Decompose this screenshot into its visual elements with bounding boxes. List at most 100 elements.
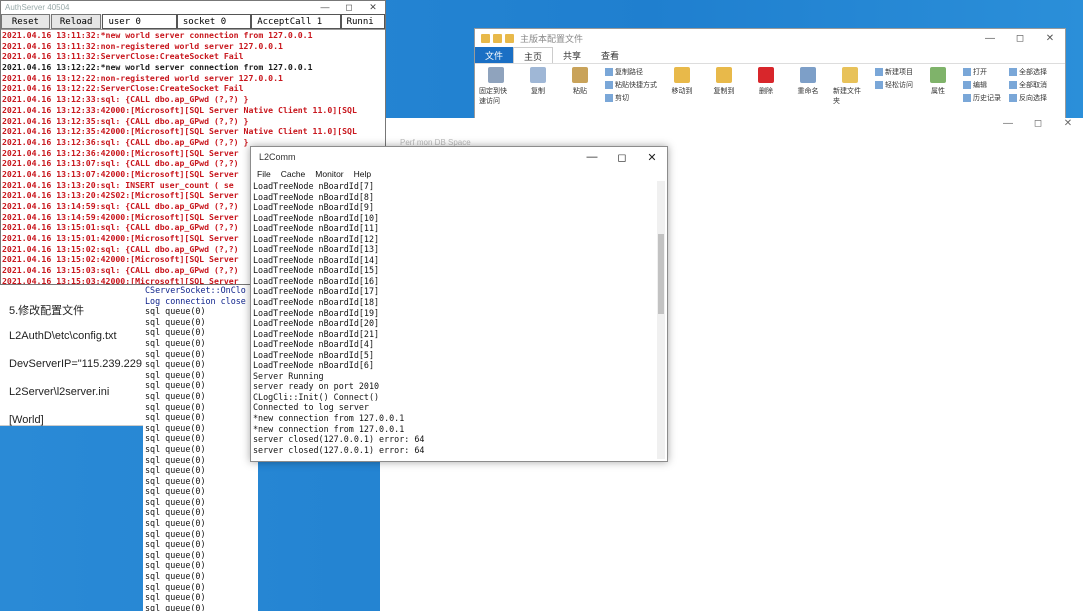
properties-button[interactable]: 属性 <box>921 67 955 106</box>
new-item-button[interactable]: 新建项目 <box>875 67 913 77</box>
clipboard-small-group: 复制路径 粘贴快捷方式 剪切 <box>605 67 657 106</box>
maximize-icon[interactable]: ◻ <box>1023 118 1053 136</box>
sql-queue-line: sql queue(0) <box>145 518 206 529</box>
select-small-group: 全部选择 全部取消 反向选择 <box>1009 67 1047 106</box>
folder-icon <box>505 33 514 43</box>
note-line: 5.修改配置文件 <box>9 305 85 317</box>
log-line: Server Running <box>253 370 324 381</box>
delete-x-icon <box>758 67 774 83</box>
console-line: Log connection close <box>145 295 246 306</box>
history-button[interactable]: 历史记录 <box>963 93 1001 103</box>
l2comm-log[interactable]: LoadTreeNode nBoardId[7] LoadTreeNode nBo… <box>253 181 655 459</box>
select-all-icon <box>1009 68 1017 76</box>
window-title: L2Comm <box>259 152 296 162</box>
maximize-icon[interactable]: ◻ <box>1005 33 1035 44</box>
menu-file[interactable]: File <box>257 169 271 179</box>
delete-button[interactable]: 删除 <box>749 67 783 106</box>
sql-queue-line: sql queue(0) <box>145 337 206 348</box>
log-line: LoadTreeNode nBoardId[9] <box>253 202 375 213</box>
note-line: L2Server\l2server.ini <box>9 386 110 398</box>
sql-queue-line: sql queue(0) <box>145 528 206 539</box>
paste-button[interactable]: 粘贴 <box>563 67 597 106</box>
notepad-window[interactable]: 5.修改配置文件 L2AuthD\etc\config.txt DevServe… <box>0 275 146 426</box>
sql-queue-line: sql queue(0) <box>145 412 206 423</box>
copy-to-button[interactable]: 复制到 <box>707 67 741 106</box>
log-line: LoadTreeNode nBoardId[16] <box>253 275 380 286</box>
console-line: CServerSocket::OnClo <box>145 285 246 295</box>
log-line: LoadTreeNode nBoardId[15] <box>253 265 380 276</box>
new-folder-button[interactable]: 新建文件夹 <box>833 67 867 106</box>
pin-quick-access-button[interactable]: 固定到快速访问 <box>479 67 513 106</box>
tab-file[interactable]: 文件 <box>475 47 514 63</box>
sql-queue-line: sql queue(0) <box>145 433 206 444</box>
close-icon[interactable]: ✕ <box>1035 33 1065 44</box>
close-icon[interactable]: ✕ <box>1053 118 1083 136</box>
minimize-icon[interactable]: — <box>975 33 1005 44</box>
window-title: AuthServer 40504 <box>5 3 70 12</box>
tab-home[interactable]: 主页 <box>513 47 554 63</box>
cut-button[interactable]: 剪切 <box>605 93 657 103</box>
maximize-icon[interactable]: ◻ <box>337 2 361 13</box>
menu-help[interactable]: Help <box>354 169 371 179</box>
quick-access-toolbar[interactable] <box>481 33 514 43</box>
scrollbar-thumb[interactable] <box>658 234 664 314</box>
paste-shortcut-button[interactable]: 粘贴快捷方式 <box>605 80 657 90</box>
copy-button[interactable]: 复制 <box>521 67 555 106</box>
shortcut-icon <box>605 81 613 89</box>
sql-queue-line: sql queue(0) <box>145 496 206 507</box>
sql-queue-line: sql queue(0) <box>145 380 206 391</box>
accept-call-field: AcceptCall 1 <box>251 14 341 29</box>
open-button[interactable]: 打开 <box>963 67 1001 77</box>
edit-button[interactable]: 编辑 <box>963 80 1001 90</box>
log-line: LoadTreeNode nBoardId[12] <box>253 233 380 244</box>
invert-icon <box>1009 94 1017 102</box>
select-none-button[interactable]: 全部取消 <box>1009 80 1047 90</box>
log-line: 2021.04.16 13:12:22:non-registered world… <box>2 72 283 83</box>
copy-folder-icon <box>716 67 732 83</box>
sql-queue-line: sql queue(0) <box>145 560 206 571</box>
properties-check-icon <box>930 67 946 83</box>
menu-cache[interactable]: Cache <box>281 169 306 179</box>
log-line: LoadTreeNode nBoardId[18] <box>253 297 380 308</box>
sql-queue-line: sql queue(0) <box>145 401 206 412</box>
authserver-toolbar: Reset Reload user 0 socket 0 AcceptCall … <box>1 14 385 30</box>
copy-path-button[interactable]: 复制路径 <box>605 67 657 77</box>
minimize-icon[interactable]: — <box>577 151 607 164</box>
select-all-button[interactable]: 全部选择 <box>1009 67 1047 77</box>
sql-queue-line: sql queue(0) <box>145 316 206 327</box>
minimize-icon[interactable]: — <box>993 118 1023 136</box>
maximize-icon[interactable]: ◻ <box>607 151 637 164</box>
log-line: LoadTreeNode nBoardId[7] <box>253 181 375 191</box>
easy-access-button[interactable]: 轻松访问 <box>875 80 913 90</box>
invert-selection-button[interactable]: 反向选择 <box>1009 93 1047 103</box>
rename-button[interactable]: 重命名 <box>791 67 825 106</box>
log-line: LoadTreeNode nBoardId[5] <box>253 349 375 360</box>
user-count-field: user 0 <box>102 14 177 29</box>
sql-console-window[interactable]: CServerSocket::OnClo Log connection clos… <box>143 285 258 611</box>
note-line: DevServerIP="115.239.229. <box>9 358 146 370</box>
sql-queue-line: sql queue(0) <box>145 443 206 454</box>
move-folder-icon <box>674 67 690 83</box>
close-icon[interactable]: ✕ <box>637 151 667 164</box>
close-icon[interactable]: ✕ <box>361 2 385 13</box>
open-small-group: 打开 编辑 历史记录 <box>963 67 1001 106</box>
reset-button[interactable]: Reset <box>1 14 50 29</box>
log-line: 2021.04.16 13:12:22:ServerClose:CreateSo… <box>2 83 244 94</box>
rename-icon <box>800 67 816 83</box>
log-line: server closed(127.0.0.1) error: 64 <box>253 434 425 445</box>
menu-monitor[interactable]: Monitor <box>315 169 343 179</box>
minimize-icon[interactable]: — <box>313 2 337 13</box>
log-line: 2021.04.16 13:12:22:*new world server co… <box>2 62 313 73</box>
explorer-titlebar: 主版本配置文件 — ◻ ✕ <box>475 29 1065 47</box>
log-line: CLogCli::Init() Connect() <box>253 391 380 402</box>
tab-share[interactable]: 共享 <box>553 47 591 63</box>
reload-button[interactable]: Reload <box>50 14 102 29</box>
sql-queue-line: sql queue(0) <box>145 306 206 317</box>
sql-queue-line: sql queue(0) <box>145 592 206 603</box>
vertical-scrollbar[interactable] <box>657 181 665 459</box>
tab-view[interactable]: 查看 <box>591 47 629 63</box>
l2comm-menubar: File Cache Monitor Help <box>251 167 667 180</box>
log-line: Connected to log server <box>253 402 369 413</box>
log-line: LoadTreeNode nBoardId[14] <box>253 254 380 265</box>
move-to-button[interactable]: 移动到 <box>665 67 699 106</box>
